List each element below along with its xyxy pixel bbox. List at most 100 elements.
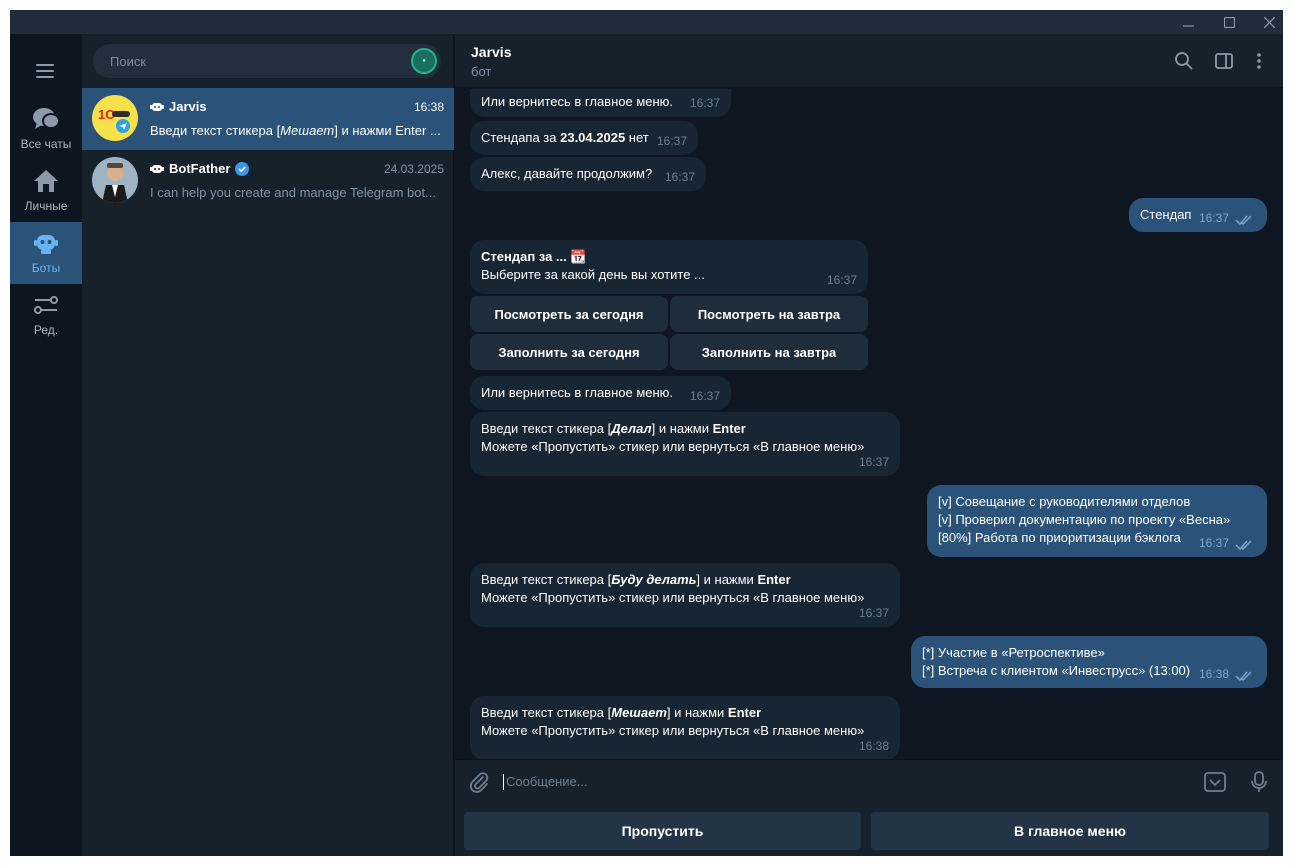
message-key: Enter <box>727 705 762 720</box>
status-badge-icon[interactable]: ● <box>411 48 437 74</box>
telegram-window: Все чаты Личные Боты Ред. Поиск ● 1C Jar… <box>10 10 1283 856</box>
message-outgoing: [v] Совещание с руководителями отделов [… <box>927 485 1267 557</box>
message-text: Введи текст стикера [ <box>481 705 612 720</box>
message-text: [*] Участие в «Ретроспективе» <box>922 645 1105 660</box>
sticker-category: Мешает <box>611 705 667 720</box>
text-caret <box>503 774 504 790</box>
message-text: ] и нажми <box>666 705 728 720</box>
more-options-icon[interactable] <box>1248 50 1270 72</box>
message-text: ] и нажми <box>696 572 758 587</box>
inline-button-fill-tomorrow[interactable]: Заполнить на завтра <box>670 334 868 370</box>
home-icon <box>31 167 61 195</box>
inline-button-view-tomorrow[interactable]: Посмотреть на завтра <box>670 296 868 332</box>
inline-button-view-today[interactable]: Посмотреть за сегодня <box>470 296 668 332</box>
chat-row-jarvis[interactable]: 1C Jarvis 16:38 Введи текст стикера [Меш… <box>82 88 454 150</box>
title-bar <box>10 10 1283 34</box>
chat-name: BotFather <box>150 161 250 176</box>
message-date: 23.04.2025 <box>560 130 626 145</box>
message-title: Стендап за ... 📆 <box>481 249 587 264</box>
edit-filters-icon <box>31 291 61 319</box>
chat-time: 24.03.2025 <box>383 162 444 176</box>
message-key: Enter <box>712 421 746 436</box>
message-incoming: Введи текст стикера [Мешает] и нажми Ent… <box>470 696 900 759</box>
folder-edit[interactable]: Ред. <box>10 284 82 346</box>
chat-list-panel: Поиск ● 1C Jarvis 16:38 Введи текст стик… <box>82 34 454 856</box>
message-outgoing: [*] Участие в «Ретроспективе» [*] Встреч… <box>911 636 1267 688</box>
message-text: Выберите за какой день вы хотите ... <box>481 267 705 282</box>
message-text: Стендап <box>1140 207 1192 222</box>
maximize-icon[interactable] <box>1214 10 1244 34</box>
read-ticks-icon <box>1235 215 1252 226</box>
minimize-icon[interactable] <box>1173 10 1203 34</box>
chat-title: Jarvis <box>471 44 512 60</box>
message-text: [v] Проверил документацию по проекту «Ве… <box>938 512 1231 527</box>
folder-label: Боты <box>31 261 61 275</box>
chats-icon <box>31 105 61 133</box>
chat-name: Jarvis <box>150 99 207 114</box>
folder-sidebar: Все чаты Личные Боты Ред. <box>10 34 82 856</box>
skip-button[interactable]: Пропустить <box>464 812 861 850</box>
bot-keyboard-icon[interactable] <box>1203 770 1227 794</box>
jarvis-avatar: 1C <box>92 95 138 141</box>
message-text: нет <box>625 130 649 145</box>
sticker-category: Делал <box>611 421 652 436</box>
message-time: 16:37 <box>858 455 889 469</box>
chat-subtitle: бот <box>471 64 492 79</box>
read-ticks-icon <box>1235 540 1252 551</box>
composer: Сообщение... Пропустить В главное меню <box>455 759 1283 856</box>
close-icon[interactable] <box>1254 10 1283 34</box>
search-placeholder: Поиск <box>110 54 147 69</box>
folder-personal[interactable]: Личные <box>10 160 82 222</box>
message-time: 16:37 <box>689 389 720 403</box>
message-text: Стендапа за <box>481 130 561 145</box>
message-input[interactable]: Сообщение... <box>506 774 588 789</box>
folder-label: Ред. <box>33 323 59 337</box>
message-incoming: Или вернитесь в главное меню. 16:37 <box>470 89 731 117</box>
message-text: Введи текст стикера [ <box>481 572 612 587</box>
attach-icon[interactable] <box>467 770 491 794</box>
botfather-avatar <box>92 157 138 203</box>
message-text: Или вернитесь в главное меню. <box>481 94 674 109</box>
bot-small-icon <box>150 164 164 173</box>
message-time: 16:37 <box>1198 536 1229 550</box>
message-text: Введи текст стикера [ <box>481 421 612 436</box>
folder-all-chats[interactable]: Все чаты <box>10 98 82 160</box>
message-incoming: Введи текст стикера [Делал] и нажми Ente… <box>470 412 900 476</box>
message-text: Можете «Пропустить» стикер или вернуться… <box>481 723 865 738</box>
message-text: Или вернитесь в главное меню. <box>481 385 674 400</box>
bot-small-icon <box>150 102 164 111</box>
chat-time: 16:38 <box>413 100 444 114</box>
message-time: 16:37 <box>656 134 687 148</box>
microphone-icon[interactable] <box>1247 770 1271 794</box>
message-time: 16:38 <box>1198 667 1229 681</box>
menu-icon[interactable] <box>36 64 56 78</box>
folder-bots[interactable]: Боты <box>10 222 82 284</box>
message-list[interactable]: Или вернитесь в главное меню. 16:37 Стен… <box>455 89 1283 759</box>
message-text: ] и нажми <box>651 421 713 436</box>
sticker-category: Буду делать <box>611 572 697 587</box>
search-icon[interactable] <box>1173 50 1195 72</box>
message-key: Enter <box>757 572 791 587</box>
chat-row-botfather[interactable]: BotFather 24.03.2025 I can help you crea… <box>82 150 454 212</box>
message-incoming: Стендап за ... 📆 Выберите за какой день … <box>470 240 868 294</box>
verified-icon <box>235 161 250 176</box>
read-ticks-icon <box>1235 671 1252 682</box>
inline-button-fill-today[interactable]: Заполнить за сегодня <box>470 334 668 370</box>
chat-header[interactable]: Jarvis бот <box>455 34 1283 88</box>
chat-name-text: Jarvis <box>169 99 207 114</box>
chat-area: Jarvis бот Или вернитесь в главное меню.… <box>455 34 1283 856</box>
message-incoming: Введи текст стикера [Буду делать] и нажм… <box>470 563 900 627</box>
chat-name-text: BotFather <box>169 161 231 176</box>
message-outgoing: Стендап 16:37 <box>1129 198 1267 232</box>
chat-preview: Введи текст стикера [Мешает] и нажми Ent… <box>150 123 441 138</box>
message-incoming: Стендапа за 23.04.2025 нет 16:37 <box>470 121 698 155</box>
sidebar-toggle-icon[interactable] <box>1213 50 1235 72</box>
message-text: Алекс, давайте продолжим? <box>481 166 653 181</box>
message-text: [v] Совещание с руководителями отделов <box>938 494 1191 509</box>
message-incoming: Алекс, давайте продолжим? 16:37 <box>470 157 706 191</box>
main-menu-button[interactable]: В главное меню <box>871 812 1269 850</box>
folder-label: Личные <box>24 199 68 213</box>
search-input[interactable]: Поиск ● <box>93 44 441 78</box>
message-time: 16:37 <box>1198 211 1229 225</box>
message-text: Можете «Пропустить» стикер или вернуться… <box>481 590 865 605</box>
